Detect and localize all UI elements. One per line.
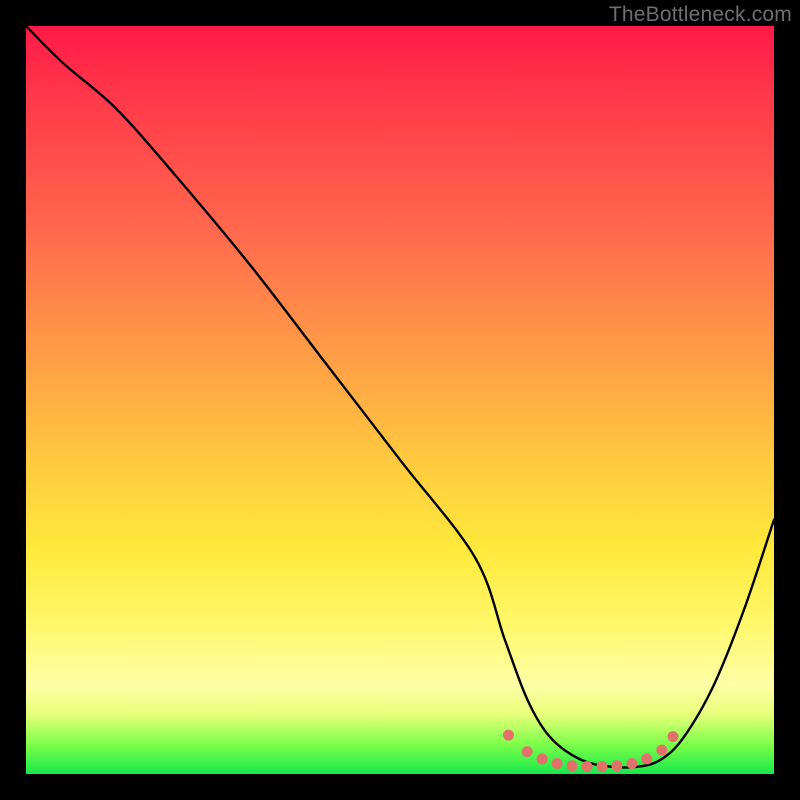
marker-dot — [641, 754, 652, 765]
marker-dot — [567, 760, 578, 771]
marker-dot — [522, 746, 533, 757]
plot-area — [26, 26, 774, 774]
marker-dot — [537, 754, 548, 765]
marker-dot — [503, 730, 514, 741]
curve-layer — [26, 26, 774, 774]
watermark-text: TheBottleneck.com — [609, 3, 792, 27]
marker-dot — [626, 758, 637, 769]
marker-dot — [597, 761, 608, 772]
marker-dot — [668, 731, 679, 742]
marker-dot — [611, 760, 622, 771]
marker-dot — [552, 758, 563, 769]
optimal-range-dots — [503, 730, 679, 772]
marker-dot — [656, 745, 667, 756]
bottleneck-curve — [26, 26, 774, 767]
marker-dot — [582, 761, 593, 772]
chart-frame: TheBottleneck.com — [0, 0, 800, 800]
